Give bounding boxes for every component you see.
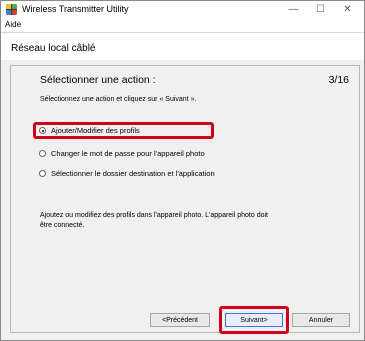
maximize-icon[interactable]: ☐: [307, 1, 334, 19]
window-title: Wireless Transmitter Utility: [22, 4, 129, 14]
page-header: Réseau local câblé: [1, 33, 364, 60]
highlight-box-option: [33, 122, 214, 139]
radio-icon[interactable]: [39, 150, 46, 157]
step-counter: 3/16: [328, 74, 349, 86]
highlight-box-next: [219, 306, 289, 334]
section-heading: Sélectionner une action :: [40, 74, 156, 86]
cancel-button[interactable]: Annuler: [292, 313, 350, 327]
title-bar[interactable]: Wireless Transmitter Utility — ☐ ✕: [1, 1, 364, 19]
previous-button[interactable]: <Précédent: [150, 313, 210, 327]
app-icon: [6, 4, 17, 15]
radio-icon[interactable]: [39, 170, 46, 177]
content-panel: Sélectionner une action : 3/16 Sélection…: [10, 65, 360, 334]
minimize-icon[interactable]: —: [280, 1, 307, 19]
description-note: Ajoutez ou modifiez des profils dans l'a…: [40, 212, 268, 229]
option-label: Changer le mot de passe pour l'appareil …: [51, 149, 205, 158]
app-window: Wireless Transmitter Utility — ☐ ✕ Aide …: [0, 0, 365, 341]
instruction-text: Sélectionnez une action et cliquez sur «…: [40, 96, 197, 103]
page-title: Réseau local câblé: [11, 43, 96, 54]
option-label: Sélectionner le dossier destination et l…: [51, 169, 215, 178]
menu-bar: Aide: [1, 19, 364, 33]
menu-help[interactable]: Aide: [5, 20, 21, 29]
option-change-password[interactable]: Changer le mot de passe pour l'appareil …: [39, 147, 205, 161]
option-select-destination[interactable]: Sélectionner le dossier destination et l…: [39, 167, 215, 181]
close-icon[interactable]: ✕: [334, 1, 361, 19]
